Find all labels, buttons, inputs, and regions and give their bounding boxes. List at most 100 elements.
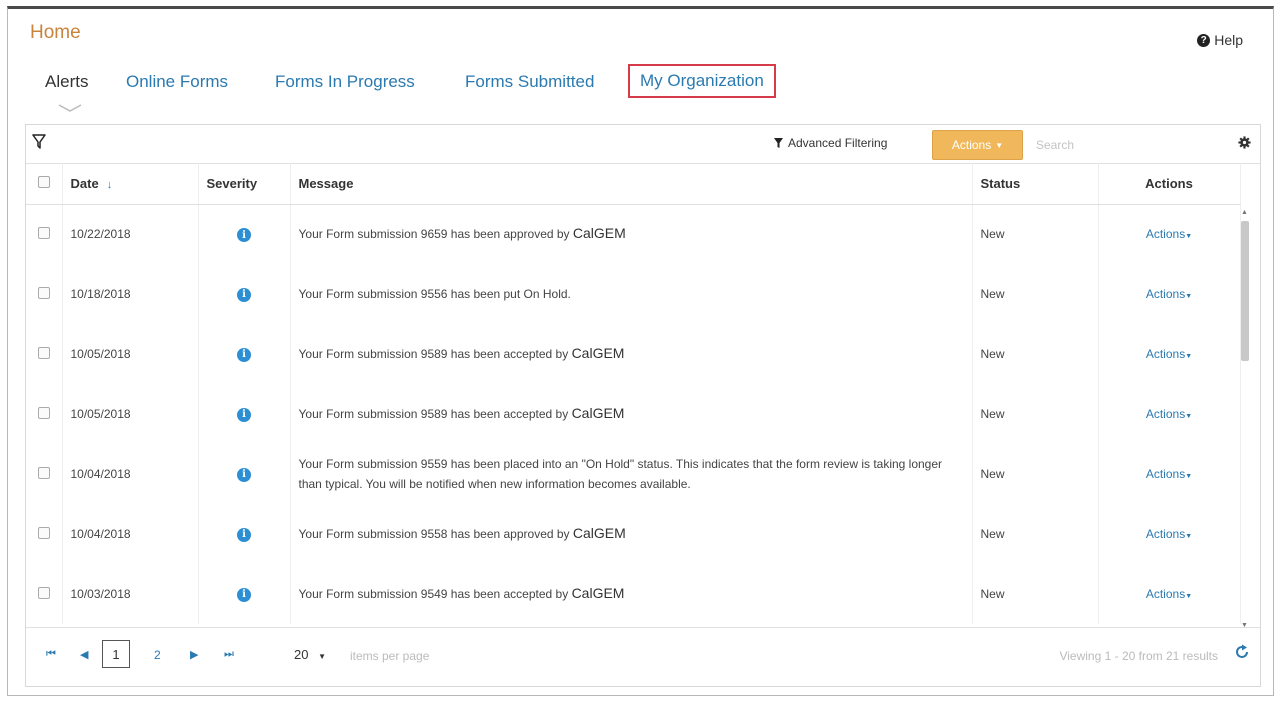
row-checkbox[interactable] bbox=[37, 346, 50, 359]
row-checkbox[interactable] bbox=[37, 226, 50, 239]
scrollbar-thumb[interactable] bbox=[1241, 221, 1249, 361]
row-severity: i bbox=[198, 264, 291, 324]
current-page-button[interactable]: 1 bbox=[102, 640, 130, 668]
row-actions-cell: Actions▼ bbox=[1098, 324, 1241, 384]
last-page-icon[interactable]: ⏭ bbox=[224, 648, 234, 661]
row-select-cell bbox=[26, 324, 63, 384]
row-select-cell bbox=[26, 564, 63, 624]
table-header-row: Date ↓ Severity Message Status Actions bbox=[26, 163, 1241, 205]
row-actions-dropdown[interactable]: Actions▼ bbox=[1146, 587, 1192, 601]
question-circle-icon: ? bbox=[1197, 33, 1211, 47]
row-checkbox[interactable] bbox=[37, 286, 50, 299]
column-header-date[interactable]: Date ↓ bbox=[62, 163, 199, 205]
info-icon: i bbox=[237, 467, 251, 482]
info-icon: i bbox=[237, 587, 251, 602]
row-message: Your Form submission 9558 has been appro… bbox=[290, 504, 973, 564]
row-actions-dropdown[interactable]: Actions▼ bbox=[1146, 347, 1192, 361]
row-date: 10/04/2018 bbox=[62, 504, 199, 564]
row-status: New bbox=[972, 204, 1099, 264]
column-header-status[interactable]: Status bbox=[972, 163, 1099, 205]
column-header-message[interactable]: Message bbox=[290, 163, 973, 205]
tab-my-organization[interactable]: My Organization bbox=[628, 64, 776, 98]
scroll-up-arrow-icon[interactable]: ▲ bbox=[1241, 209, 1248, 216]
tab-online-forms[interactable]: Online Forms bbox=[116, 64, 238, 100]
table-row: 10/04/2018 i Your Form submission 9558 h… bbox=[26, 504, 1241, 564]
info-icon: i bbox=[237, 228, 251, 242]
page-size-select[interactable]: 20 ▼ bbox=[294, 647, 326, 662]
row-status: New bbox=[972, 564, 1099, 624]
page-title: Home bbox=[30, 22, 81, 43]
row-checkbox[interactable] bbox=[37, 586, 50, 599]
bulk-actions-label: Actions bbox=[951, 138, 992, 152]
table-row: 10/05/2018 i Your Form submission 9589 h… bbox=[26, 324, 1241, 384]
caret-down-icon: ▼ bbox=[1185, 353, 1193, 360]
table-row: 10/18/2018 i Your Form submission 9556 h… bbox=[26, 264, 1241, 324]
results-summary: Viewing 1 - 20 from 21 results bbox=[1059, 649, 1218, 663]
row-date: 10/05/2018 bbox=[62, 324, 199, 384]
row-date: 10/05/2018 bbox=[62, 384, 199, 444]
row-checkbox[interactable] bbox=[37, 466, 50, 479]
caret-down-icon: ▼ bbox=[1185, 533, 1193, 540]
info-icon: i bbox=[237, 407, 251, 422]
first-page-icon[interactable]: ⏮ bbox=[46, 648, 56, 661]
tab-forms-in-progress[interactable]: Forms In Progress bbox=[265, 64, 425, 100]
row-checkbox[interactable] bbox=[37, 526, 50, 539]
active-tab-caret-icon bbox=[58, 104, 82, 112]
row-actions-dropdown[interactable]: Actions▼ bbox=[1146, 527, 1192, 541]
caret-down-icon: ▼ bbox=[1185, 473, 1193, 480]
row-actions-dropdown[interactable]: Actions▼ bbox=[1146, 287, 1192, 301]
bulk-actions-button[interactable]: Actions ▼ bbox=[932, 130, 1023, 160]
row-message-text: Your Form submission 9558 has been appro… bbox=[298, 527, 570, 541]
alerts-table: Date ↓ Severity Message Status Actions 10… bbox=[26, 163, 1241, 624]
caret-down-icon: ▼ bbox=[1185, 413, 1193, 420]
alerts-grid: Advanced Filtering Actions ▼ Date ↓ bbox=[25, 124, 1261, 687]
advanced-filtering-label: Advanced Filtering bbox=[788, 136, 888, 150]
row-actions-label: Actions bbox=[1145, 287, 1186, 301]
page-2-button[interactable]: 2 bbox=[154, 648, 161, 662]
caret-down-icon: ▼ bbox=[1185, 593, 1193, 600]
gear-icon[interactable] bbox=[1238, 136, 1251, 149]
row-message-org: CalGEM bbox=[571, 405, 625, 421]
previous-page-icon[interactable]: ◀ bbox=[80, 648, 88, 661]
help-link[interactable]: ? Help bbox=[1197, 32, 1243, 48]
search-input[interactable] bbox=[1030, 130, 1230, 160]
row-actions-dropdown[interactable]: Actions▼ bbox=[1146, 467, 1192, 481]
row-severity: i bbox=[198, 324, 291, 384]
row-actions-label: Actions bbox=[1145, 227, 1186, 242]
filter-icon[interactable] bbox=[32, 134, 46, 150]
row-severity: i bbox=[198, 504, 291, 564]
row-status: New bbox=[972, 384, 1099, 444]
row-message-text: Your Form submission 9549 has been accep… bbox=[298, 587, 569, 601]
select-all-checkbox[interactable] bbox=[37, 175, 50, 188]
row-actions-cell: Actions▼ bbox=[1098, 384, 1241, 444]
row-actions-dropdown[interactable]: Actions▼ bbox=[1146, 407, 1192, 421]
caret-down-icon: ▼ bbox=[318, 652, 327, 661]
row-status: New bbox=[972, 504, 1099, 564]
row-actions-cell: Actions▼ bbox=[1098, 264, 1241, 324]
table-scrollbar[interactable]: ▲ ▼ bbox=[1238, 207, 1252, 629]
row-select-cell bbox=[26, 384, 63, 444]
column-header-severity[interactable]: Severity bbox=[198, 163, 291, 205]
row-status: New bbox=[972, 324, 1099, 384]
row-actions-label: Actions bbox=[1145, 467, 1186, 481]
advanced-filtering-button[interactable]: Advanced Filtering bbox=[774, 136, 887, 150]
info-icon: i bbox=[237, 287, 251, 302]
row-severity: i bbox=[198, 444, 291, 504]
tab-alerts[interactable]: Alerts bbox=[35, 64, 98, 100]
row-message-text: Your Form submission 9589 has been accep… bbox=[298, 347, 569, 361]
table-row: 10/04/2018 i Your Form submission 9559 h… bbox=[26, 444, 1241, 504]
row-select-cell bbox=[26, 444, 63, 504]
row-actions-label: Actions bbox=[1145, 587, 1186, 601]
row-actions-dropdown[interactable]: Actions▼ bbox=[1146, 227, 1192, 241]
select-all-cell bbox=[26, 163, 63, 205]
row-message: Your Form submission 9659 has been appro… bbox=[290, 204, 973, 264]
row-message-text: Your Form submission 9659 has been appro… bbox=[298, 227, 570, 242]
tab-forms-submitted[interactable]: Forms Submitted bbox=[455, 64, 604, 100]
row-checkbox[interactable] bbox=[37, 406, 50, 419]
row-message-org: CalGEM bbox=[571, 345, 625, 361]
row-message: Your Form submission 9556 has been put O… bbox=[290, 264, 973, 324]
row-actions-label: Actions bbox=[1145, 347, 1186, 361]
row-message-org: CalGEM bbox=[572, 225, 626, 242]
next-page-icon[interactable]: ▶ bbox=[190, 648, 198, 661]
refresh-icon[interactable] bbox=[1234, 644, 1250, 660]
